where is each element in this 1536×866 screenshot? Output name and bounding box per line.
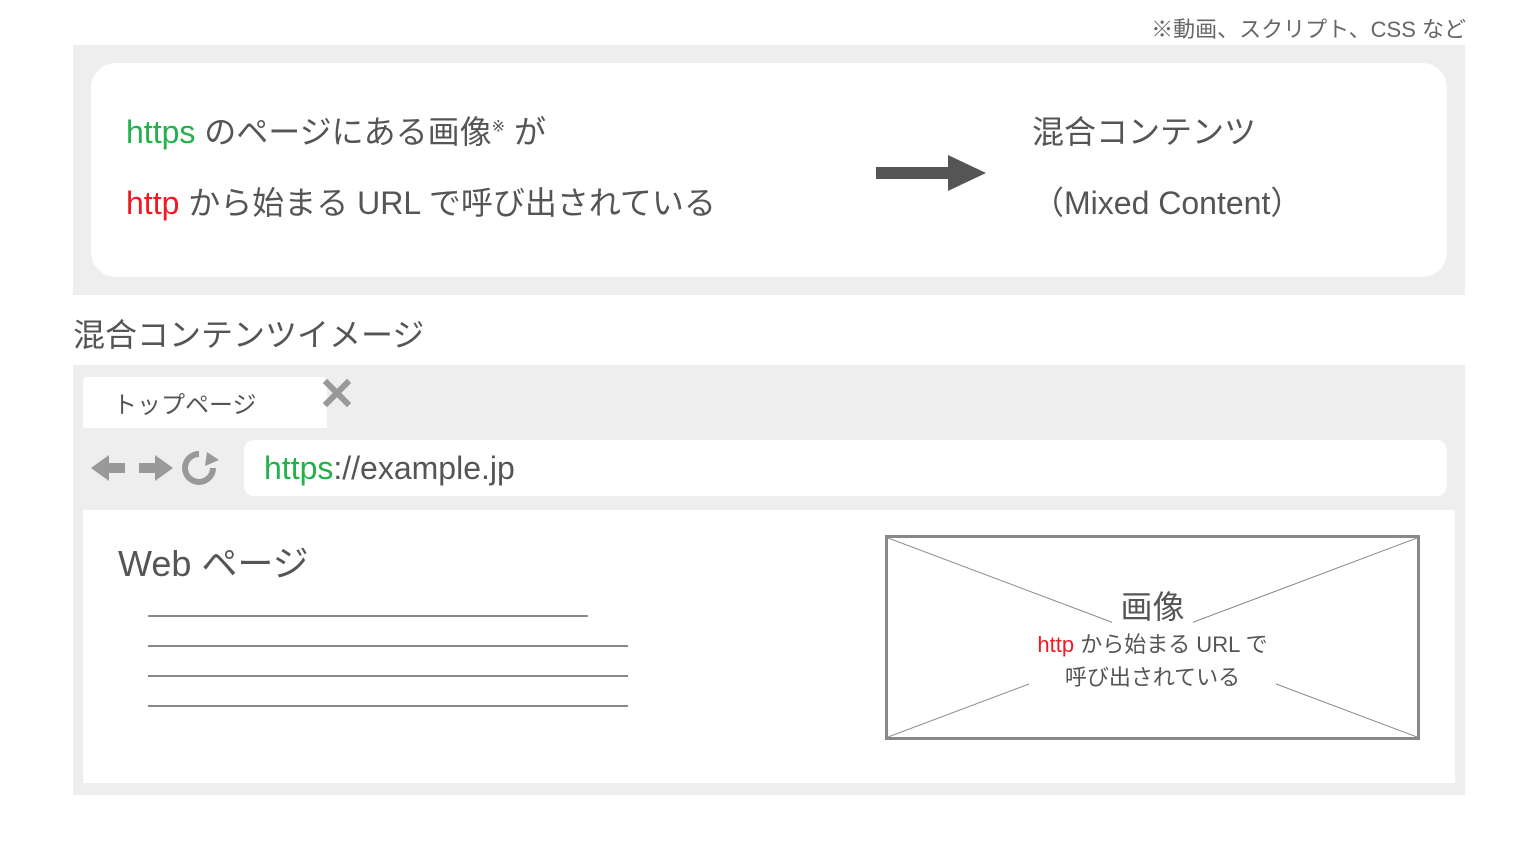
section-title: 混合コンテンツイメージ — [73, 310, 424, 356]
browser-mockup: トップページ https://example.jp — [73, 365, 1465, 795]
url-rest: ://example.jp — [333, 450, 514, 487]
image-sub-line2: 呼び出されている — [1065, 665, 1240, 690]
close-icon[interactable] — [323, 379, 351, 415]
right-line1: 混合コンテンツ — [1032, 97, 1412, 167]
line1-rest-b: が — [505, 114, 546, 150]
http-label: http — [126, 185, 179, 221]
back-icon[interactable] — [91, 453, 129, 483]
arrow-right-icon — [876, 155, 986, 191]
footnote-top: ※動画、スクリプト、CSS など — [1151, 12, 1466, 44]
page-content-right: 画像 http から始まる URL で 呼び出されている — [885, 535, 1420, 758]
summary-block: https のページにある画像※ が http から始まる URL で呼び出され… — [73, 45, 1465, 295]
line1-rest-a: のページにある画像 — [195, 114, 491, 150]
image-subtext: http から始まる URL で 呼び出されている — [1029, 628, 1275, 694]
right-line2: （Mixed Content） — [1032, 168, 1412, 238]
image-label: 画像 — [1112, 582, 1192, 628]
forward-icon[interactable] — [135, 453, 173, 483]
summary-card: https のページにある画像※ が http から始まる URL で呼び出され… — [91, 63, 1447, 277]
page-heading: Web ページ — [118, 535, 855, 587]
summary-right: 混合コンテンツ （Mixed Content） — [1032, 97, 1412, 238]
image-placeholder: 画像 http から始まる URL で 呼び出されている — [885, 535, 1420, 740]
browser-toolbar: https://example.jp — [73, 433, 1465, 503]
line2-rest: から始まる URL で呼び出されている — [179, 185, 716, 221]
address-bar[interactable]: https://example.jp — [244, 440, 1447, 496]
browser-tab[interactable]: トップページ — [83, 377, 327, 428]
url-scheme: https — [264, 450, 333, 487]
reload-icon[interactable] — [179, 448, 219, 488]
image-sub-rest1: から始まる URL で — [1074, 632, 1268, 657]
image-sub-http: http — [1037, 632, 1074, 657]
browser-viewport: Web ページ 画像 http から始まる URL で 呼び出されている — [83, 510, 1455, 783]
https-label: https — [126, 114, 195, 150]
text-lines-placeholder — [148, 615, 855, 707]
page-content-left: Web ページ — [118, 535, 855, 758]
annotation-mark: ※ — [492, 118, 505, 135]
